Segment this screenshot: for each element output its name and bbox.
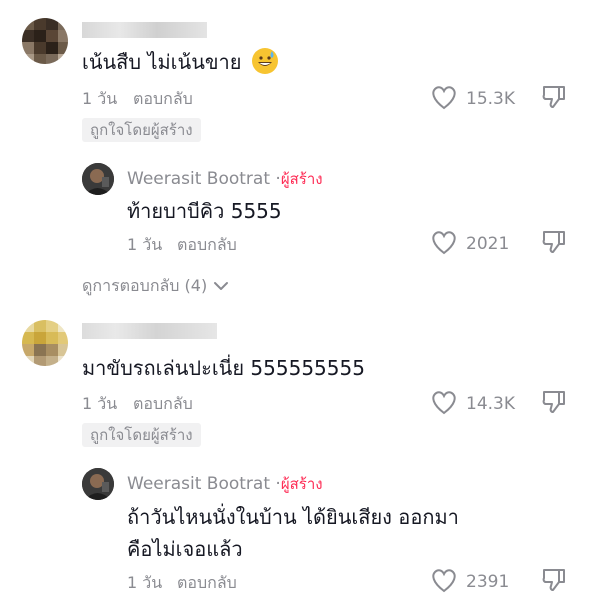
like-button[interactable]: 15.3K [430,84,515,114]
view-replies-button[interactable]: ดูการตอบกลับ (4) [82,274,229,299]
dislike-icon [541,86,567,114]
reply-text-line-1: ถ้าวันไหนนั่งในบ้าน ได้ยินเสียง ออกมา [127,505,459,529]
like-count: 14.3K [466,394,515,414]
author-name[interactable]: Weerasit Bootrat [127,474,270,494]
comment-time: 1 วัน [82,89,118,108]
author-name[interactable]: Weerasit Bootrat [127,169,270,189]
reply-author[interactable]: Weerasit Bootrat ·ผู้สร้าง [127,167,323,191]
username-blurred[interactable] [82,22,207,38]
reply-button[interactable]: ตอบกลับ [133,87,193,112]
avatar[interactable] [82,163,114,195]
like-count: 2021 [466,234,510,254]
like-button[interactable]: 2391 [430,567,509,597]
dislike-icon [541,391,567,419]
like-button[interactable]: 14.3K [430,389,515,419]
like-count: 15.3K [466,89,515,109]
creator-label: ผู้สร้าง [280,170,323,188]
dislike-button[interactable] [541,567,567,597]
comment-text-label: เน้นสืบ ไม่เน้นขาย [82,50,242,74]
heart-icon [430,229,458,259]
dislike-button[interactable] [541,229,567,259]
like-button[interactable]: 2021 [430,229,509,259]
reply-button[interactable]: ตอบกลับ [177,233,237,258]
dislike-icon [541,231,567,259]
reply-text-line-2: คือไม่เจอแล้ว [127,537,243,561]
comment-text: มาขับรถเล่นปะเนี่ย 555555555 [82,356,365,380]
username-blurred[interactable] [82,323,217,339]
reply-time: 1 วัน [127,235,163,254]
reply-button[interactable]: ตอบกลับ [133,392,193,417]
liked-by-creator-badge: ถูกใจโดยผู้สร้าง [82,423,201,447]
avatar[interactable] [82,468,114,500]
reply-text: ท้ายบาบีคิว 5555 [127,199,282,223]
reply-time: 1 วัน [127,573,163,592]
liked-by-creator-badge: ถูกใจโดยผู้สร้าง [82,118,201,142]
avatar[interactable] [22,320,68,366]
like-count: 2391 [466,572,510,592]
heart-icon [430,567,458,597]
grinning-sweat-emoji [251,48,278,74]
reply-button[interactable]: ตอบกลับ [177,571,237,596]
dislike-icon [541,569,567,597]
avatar[interactable] [22,18,68,64]
dislike-button[interactable] [541,389,567,419]
view-replies-label: ดูการตอบกลับ (4) [82,276,208,295]
chevron-down-icon [213,277,229,296]
comment-time: 1 วัน [82,394,118,413]
creator-label: ผู้สร้าง [280,475,323,493]
dislike-button[interactable] [541,84,567,114]
heart-icon [430,389,458,419]
heart-icon [430,84,458,114]
reply-author[interactable]: Weerasit Bootrat ·ผู้สร้าง [127,472,323,496]
comment-text: เน้นสืบ ไม่เน้นขาย [82,48,278,76]
